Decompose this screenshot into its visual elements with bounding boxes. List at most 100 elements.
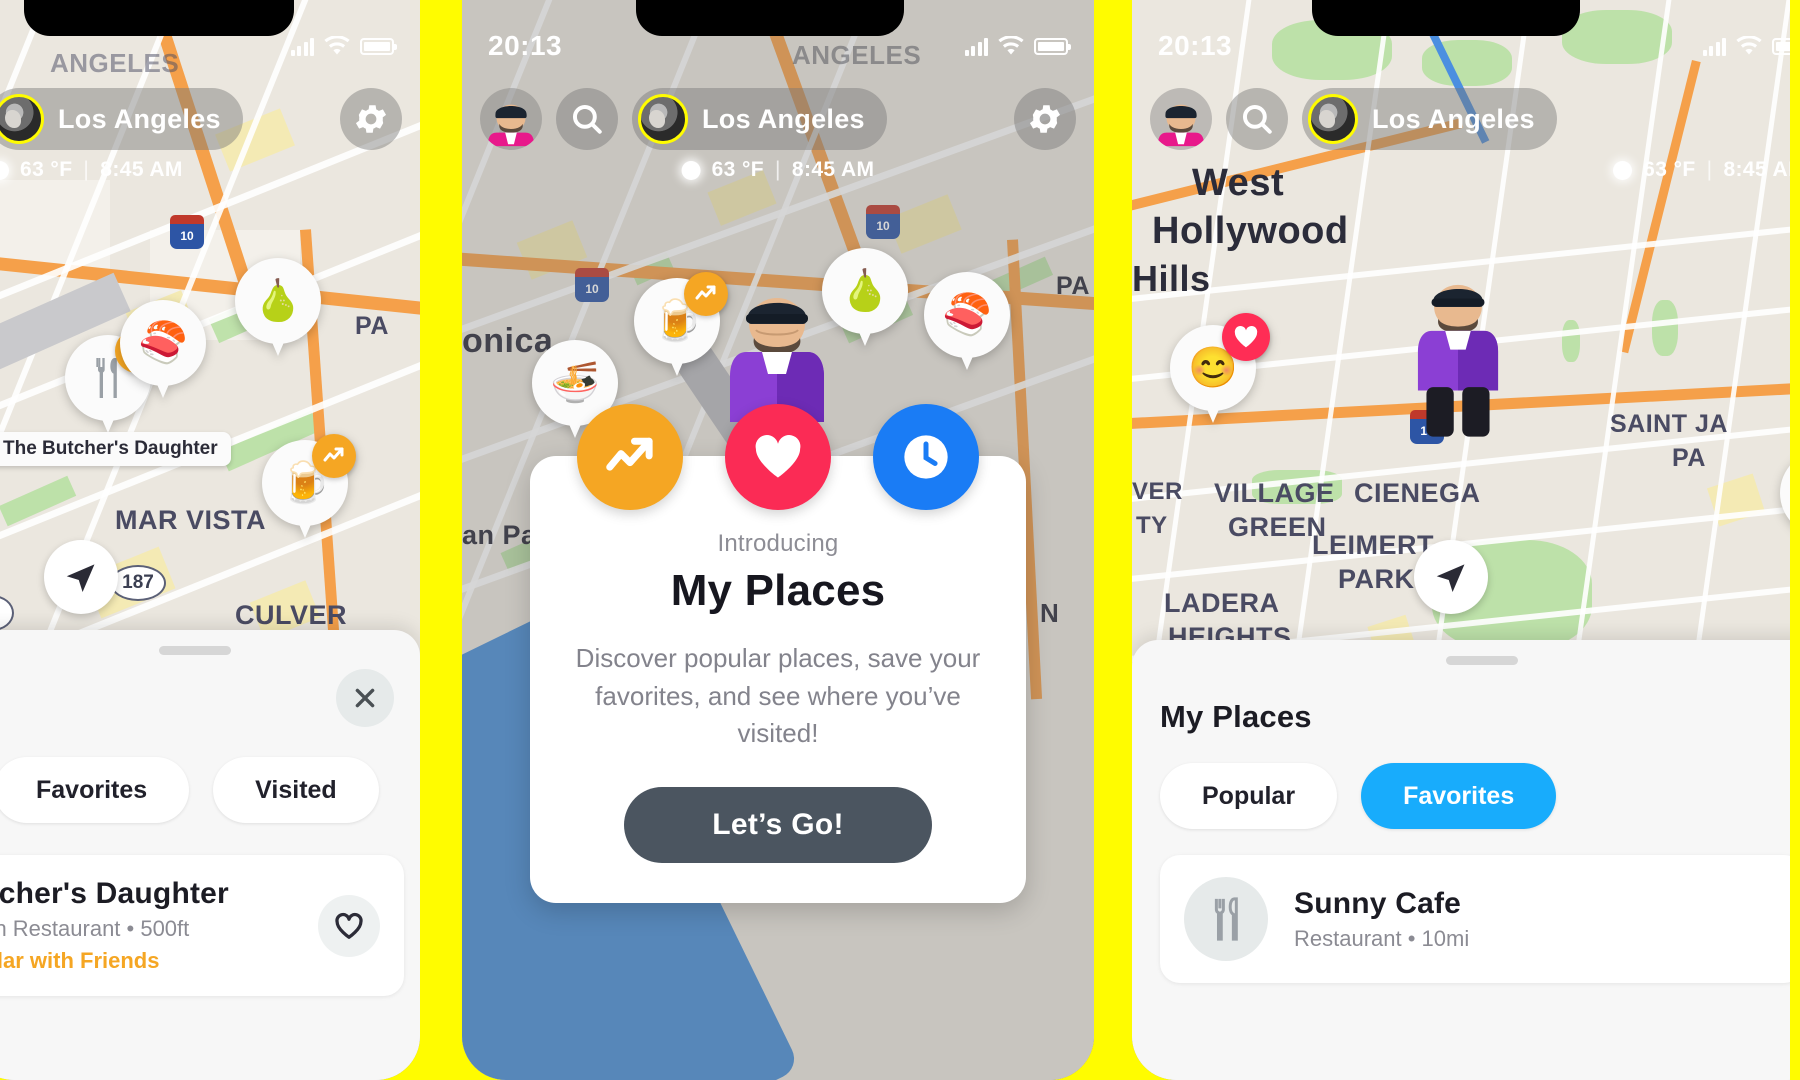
map-label: Hollywood bbox=[1152, 210, 1349, 252]
modal-eyebrow: Introducing bbox=[717, 530, 839, 557]
status-time: 20:13 bbox=[488, 30, 563, 61]
gear-icon bbox=[355, 105, 387, 133]
status-indicators bbox=[1702, 36, 1800, 56]
bitmoji-button[interactable] bbox=[480, 88, 542, 150]
map-label: MAR VISTA bbox=[115, 505, 266, 535]
phone-3-screen: West Hollywood Hills VILLAGE GREEN CIENE… bbox=[1132, 0, 1800, 1080]
place-card[interactable]: Sunny Cafe Restaurant • 10mi bbox=[1160, 855, 1800, 983]
phone-1-bottom-sheet: Favorites Visited utcher's Daughter rian… bbox=[0, 630, 420, 1080]
tab-visited[interactable]: Visited bbox=[213, 757, 379, 823]
map-label: CIENEGA bbox=[1354, 478, 1481, 508]
layout-gap bbox=[420, 0, 462, 1080]
sun-icon bbox=[1613, 160, 1633, 180]
settings-button[interactable] bbox=[340, 88, 402, 150]
location-pill[interactable]: Los Angeles bbox=[0, 88, 243, 150]
map-park bbox=[1562, 320, 1580, 362]
interstate-shield-icon: 10 bbox=[575, 268, 609, 302]
favorite-button[interactable] bbox=[318, 894, 380, 957]
map-label: N bbox=[1040, 598, 1060, 628]
phone-2: ANGELES onica an Park PA N PLAYA VISTA 1… bbox=[462, 0, 1094, 1080]
search-button[interactable] bbox=[1226, 88, 1288, 150]
place-subtitle: rian Restaurant • 500ft bbox=[0, 916, 190, 941]
local-clock: 8:45 AM bbox=[1723, 158, 1800, 181]
status-indicators bbox=[290, 36, 397, 56]
phone-3-notch bbox=[1312, 0, 1580, 36]
sheet-header-row bbox=[0, 655, 420, 727]
sheet-title: My Places bbox=[1160, 699, 1312, 734]
my-places-modal: Introducing My Places Discover popular p… bbox=[530, 404, 1026, 904]
modal-body: Discover popular places, save your favor… bbox=[575, 643, 981, 749]
location-name: Los Angeles bbox=[58, 103, 221, 134]
user-avatar[interactable] bbox=[0, 94, 44, 144]
settings-button[interactable] bbox=[1014, 88, 1076, 150]
heart-icon bbox=[725, 404, 831, 510]
place-info: utcher's Daughter rian Restaurant • 500f… bbox=[0, 877, 229, 974]
phone-3-weather-row: 63 °F | 8:45 AM bbox=[1613, 158, 1800, 182]
map-label: PA bbox=[1056, 272, 1090, 300]
search-button[interactable] bbox=[556, 88, 618, 150]
tab-popular[interactable]: Popular bbox=[1160, 763, 1338, 829]
layout-gap bbox=[1094, 0, 1132, 1080]
tab-favorites[interactable]: Favorites bbox=[1361, 763, 1557, 829]
place-name: utcher's Daughter bbox=[0, 877, 229, 910]
location-pill[interactable]: Los Angeles bbox=[1302, 88, 1557, 150]
locate-me-button[interactable] bbox=[44, 540, 118, 614]
phone-1-screen: ANGELES PA MAR VISTA CULVER 10 187 1 bbox=[0, 0, 420, 1080]
interstate-shield-icon: 10 bbox=[866, 205, 900, 239]
bitmoji-button[interactable] bbox=[1150, 88, 1212, 150]
map-label: CULVER bbox=[235, 600, 348, 630]
modal-title: My Places bbox=[670, 566, 886, 615]
search-icon bbox=[1242, 104, 1272, 134]
phone-3-filter-tabs: Popular Favorites bbox=[1132, 735, 1800, 829]
gear-icon bbox=[1029, 105, 1061, 133]
sheet-grabber[interactable] bbox=[1446, 656, 1518, 665]
tab-favorites[interactable]: Favorites bbox=[0, 757, 190, 823]
modal-card: Introducing My Places Discover popular p… bbox=[530, 456, 1026, 904]
clock-glyph bbox=[904, 435, 948, 479]
close-button[interactable] bbox=[336, 669, 394, 727]
wifi-icon bbox=[998, 36, 1024, 55]
map-pin[interactable]: 🍺 bbox=[262, 434, 356, 544]
trending-up-icon bbox=[577, 404, 683, 510]
close-icon bbox=[355, 688, 375, 708]
phone-3-bottom-sheet: My Places Popular Favorites Sunny Cafe R… bbox=[1132, 640, 1800, 1080]
wifi-icon bbox=[1736, 36, 1762, 55]
place-subtitle: Restaurant • 10mi bbox=[1294, 925, 1470, 951]
bitmoji-avatar-icon bbox=[1157, 104, 1205, 147]
interstate-shield-icon: 10 bbox=[170, 215, 204, 249]
map-label: PARK bbox=[1338, 564, 1415, 594]
user-avatar[interactable] bbox=[1308, 94, 1358, 144]
heart-outline-icon bbox=[335, 912, 363, 939]
map-pin-label: The Butcher's Daughter bbox=[0, 432, 231, 466]
map-label: LADERA bbox=[1164, 588, 1280, 618]
map-pin[interactable]: 🍐 bbox=[235, 258, 321, 362]
sheet-grabber[interactable] bbox=[159, 646, 231, 655]
fork-knife-icon bbox=[1214, 897, 1238, 941]
map-label: VER bbox=[1132, 478, 1183, 505]
map-pin[interactable]: 🍺 bbox=[634, 272, 728, 382]
user-avatar[interactable] bbox=[638, 94, 688, 144]
map-pin[interactable]: 🍣 bbox=[120, 300, 206, 404]
map-pin[interactable]: 🍣 bbox=[924, 272, 1010, 376]
map-label: Hills bbox=[1132, 258, 1211, 299]
map-label: PA bbox=[355, 312, 389, 340]
place-name: Sunny Cafe bbox=[1294, 886, 1462, 920]
signal-bars-icon bbox=[1702, 36, 1726, 56]
phone-1-weather-row: 63 °F | 8:45 AM bbox=[0, 158, 183, 182]
map-pin[interactable]: 🍐 bbox=[822, 248, 908, 352]
map-label: VILLAGE bbox=[1214, 478, 1335, 508]
location-pill[interactable]: Los Angeles bbox=[632, 88, 887, 150]
map-pin[interactable]: 😊 bbox=[1170, 313, 1270, 429]
phone-1: ANGELES PA MAR VISTA CULVER 10 187 1 bbox=[0, 0, 420, 1080]
place-card[interactable]: utcher's Daughter rian Restaurant • 500f… bbox=[0, 855, 404, 996]
map-label: TY bbox=[1136, 512, 1168, 539]
temperature: 63 °F bbox=[711, 158, 765, 181]
battery-icon bbox=[1034, 37, 1071, 55]
phone-1-top-bar: Los Angeles bbox=[0, 88, 420, 150]
status-time: 20:13 bbox=[1158, 30, 1233, 61]
lets-go-button[interactable]: Let’s Go! bbox=[624, 787, 932, 864]
status-indicators bbox=[964, 36, 1071, 56]
clock-icon bbox=[873, 404, 979, 510]
locate-me-button[interactable] bbox=[1414, 540, 1488, 614]
bitmoji-avatar-icon[interactable] bbox=[1410, 278, 1506, 440]
